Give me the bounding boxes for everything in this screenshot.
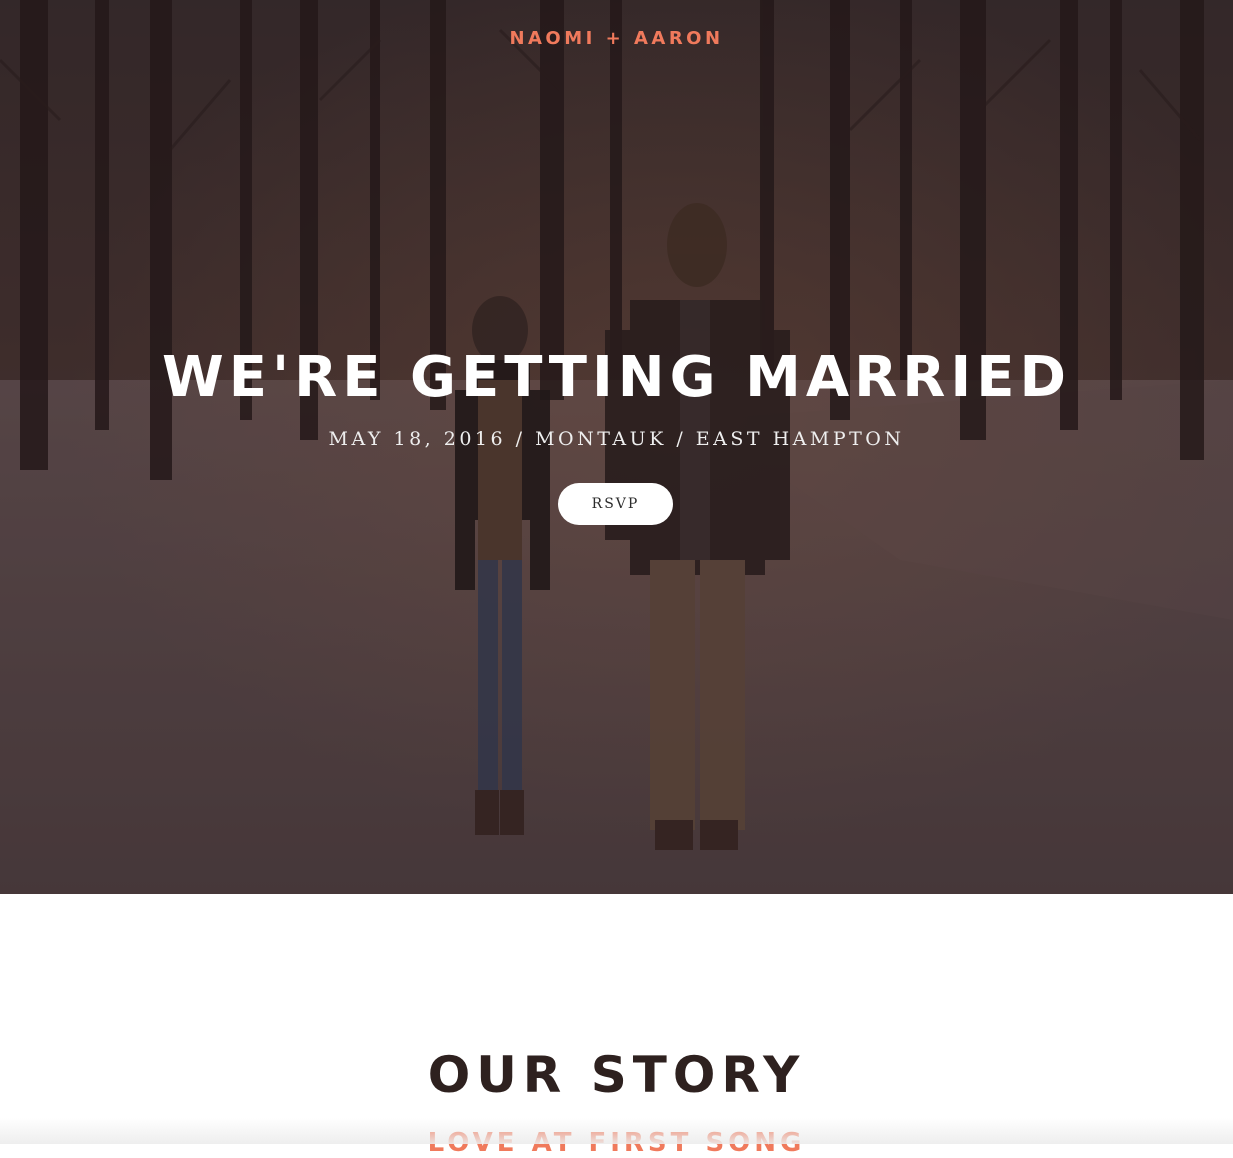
story-title: OUR STORY bbox=[427, 1046, 806, 1104]
rsvp-button[interactable]: RSVP bbox=[558, 483, 673, 525]
site-brand-link[interactable]: NAOMI + AARON bbox=[0, 28, 1233, 49]
hero-section: NAOMI + AARON WE'RE GETTING MARRIED MAY … bbox=[0, 0, 1233, 894]
hero-title: WE'RE GETTING MARRIED bbox=[162, 345, 1071, 410]
event-date-location: MAY 18, 2016 / MONTAUK / EAST HAMPTON bbox=[328, 428, 905, 450]
story-subtitle: LOVE AT FIRST SONG bbox=[427, 1128, 806, 1158]
our-story-section: OUR STORY LOVE AT FIRST SONG bbox=[0, 894, 1233, 1158]
